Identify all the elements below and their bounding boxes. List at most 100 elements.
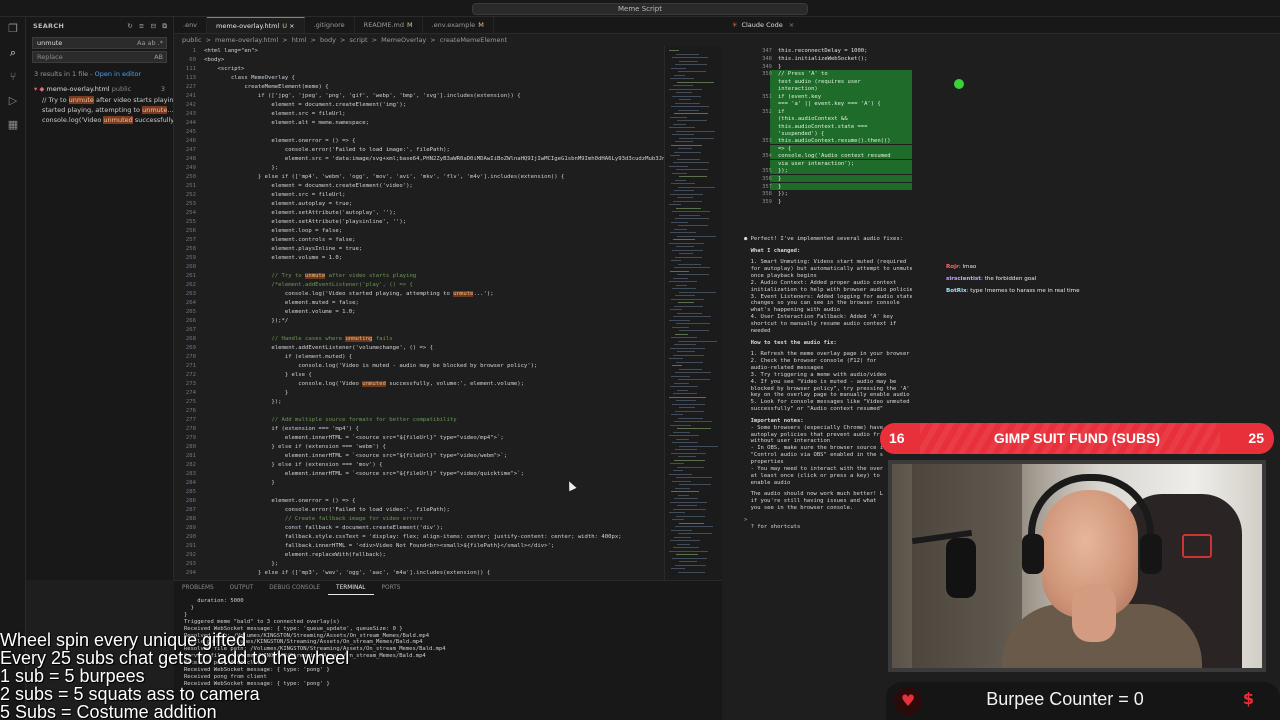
code-line[interactable]: element.src = fileUrl; <box>204 111 345 117</box>
code-line[interactable]: console.error('Failed to load image:', f… <box>204 147 450 153</box>
search-toolbar[interactable]: ↻ ≡ ⊟ ⧉ <box>127 17 169 35</box>
claude-summary-line: - In OBS, make sure the browser source i <box>744 445 884 452</box>
code-line[interactable]: <script> <box>204 66 244 72</box>
code-line[interactable]: const fallback = document.createElement(… <box>204 525 443 531</box>
code-line[interactable]: } else if (extension === 'mov') { <box>204 462 382 468</box>
code-line[interactable]: } <box>204 390 288 396</box>
search-sidebar: SEARCH ↻ ≡ ⊟ ⧉ unmute Aa ab .* Replace A… <box>26 17 174 580</box>
code-line[interactable]: } else if (extension === 'webm') { <box>204 444 386 450</box>
code-line[interactable]: <body> <box>204 57 224 63</box>
code-line[interactable]: element.addEventListener('volumechange',… <box>204 345 433 351</box>
code-line[interactable]: if (extension === 'mp4') { <box>204 426 359 432</box>
close-icon[interactable]: × <box>789 21 794 29</box>
breadcrumb[interactable]: public > meme-overlay.html > html > body > scrip… <box>174 34 722 46</box>
code-line[interactable]: element = document.createElement('img'); <box>204 102 406 108</box>
search-icon[interactable]: ⌕ <box>0 41 26 65</box>
code-line[interactable]: element.onerror = () => { <box>204 138 355 144</box>
code-line[interactable]: // Add multiple source formats for bette… <box>204 417 456 423</box>
search-options[interactable]: Aa ab .* <box>137 38 163 48</box>
code-line[interactable]: element.innerHTML = `<source src="${file… <box>204 435 504 441</box>
search-result-item[interactable]: console.log('Video unmuted successfully.… <box>26 115 173 125</box>
code-line[interactable]: element.setAttribute('playsinline', ''); <box>204 219 406 225</box>
search-result-item[interactable]: // Try to unmute after video starts play… <box>26 95 173 105</box>
claude-panel-tab[interactable]: ✳ Claude Code × <box>722 17 1280 34</box>
tab-gitignore[interactable]: .gitignore <box>305 17 355 33</box>
tab-terminal[interactable]: TERMINAL <box>328 581 374 595</box>
code-line[interactable]: if (['jpg', 'jpeg', 'png', 'gif', 'webp'… <box>204 93 521 99</box>
tab-env-example[interactable]: .env.example M <box>423 17 494 33</box>
code-line[interactable]: console.log('Video started playing, atte… <box>204 291 494 297</box>
code-line[interactable]: class MemeOverlay { <box>204 75 295 81</box>
code-line[interactable]: element.setAttribute('autoplay', ''); <box>204 210 396 216</box>
code-line[interactable]: console.error('Failed to load video:', f… <box>204 507 450 513</box>
search-input-value[interactable]: unmute <box>37 39 62 47</box>
line-number: 247 <box>185 147 196 153</box>
tab-ports[interactable]: PORTS <box>374 581 409 595</box>
line-number: 265 <box>185 309 196 315</box>
code-line[interactable]: /*element.addEventListener('play', () =>… <box>204 282 412 288</box>
code-line[interactable]: element.loop = false; <box>204 228 342 234</box>
code-line[interactable]: fallback.innerHTML = '<div>Video Not Fou… <box>204 543 554 549</box>
code-line[interactable]: element.innerHTML = `<source src="${file… <box>204 471 524 477</box>
open-in-editor-link[interactable]: Open in editor <box>95 70 142 78</box>
tab-meme-overlay[interactable]: meme-overlay.html U × <box>207 17 305 33</box>
code-line[interactable]: } else if (['mp4', 'webm', 'ogg', 'mov',… <box>204 174 564 180</box>
code-line[interactable]: createMemeElement(meme) { <box>204 84 328 90</box>
run-debug-icon[interactable]: ▷ <box>0 89 26 113</box>
diff-line: } <box>778 175 782 182</box>
line-number: 266 <box>185 318 196 324</box>
code-line[interactable]: element.src = fileUrl; <box>204 192 345 198</box>
tab-debug-console[interactable]: DEBUG CONSOLE <box>261 581 328 595</box>
code-line[interactable]: <html lang="en"> <box>204 48 258 54</box>
search-input[interactable]: unmute Aa ab .* <box>32 37 167 49</box>
code-line[interactable]: }); <box>204 399 281 405</box>
files-icon[interactable]: ❐ <box>0 17 26 41</box>
code-line[interactable]: }; <box>204 165 278 171</box>
claude-code-panel[interactable]: 347 this.reconnectDelay = 1000; 348 this.in… <box>722 34 912 580</box>
code-editor[interactable]: 1 <html lang="en"> 60 <body> 111 <script> 113… <box>174 46 664 580</box>
replace-option[interactable]: AB <box>154 52 163 62</box>
claude-summary-line: - Some browsers (especially Chrome) have <box>744 424 884 431</box>
code-line[interactable]: console.log('Video is muted - audio may … <box>204 363 537 369</box>
code-line[interactable]: element.onerror = () => { <box>204 498 355 504</box>
code-line[interactable]: element.muted = false; <box>204 300 359 306</box>
code-line[interactable]: element = document.createElement('video'… <box>204 183 412 189</box>
tab-readme[interactable]: README.md M <box>355 17 423 33</box>
replace-input[interactable]: Replace AB <box>32 51 167 63</box>
code-line[interactable]: element.volume = 1.0; <box>204 309 356 315</box>
code-line[interactable]: } else { <box>204 372 312 378</box>
code-line[interactable]: }; <box>204 561 278 567</box>
overlay-rule: 2 subs = 5 squats ass to camera <box>0 684 260 704</box>
claude-summary-line: Important notes: <box>744 417 804 424</box>
extensions-icon[interactable]: ▦ <box>0 113 26 137</box>
search-result-item[interactable]: started playing, attempting to unmute... <box>26 105 173 115</box>
result-file[interactable]: ▾ ◆ meme-overlay.html public 3 <box>26 83 173 95</box>
terminal-line: Received WebSocket message: { type: 'que… <box>184 625 403 632</box>
code-line[interactable]: element.replaceWith(fallback); <box>204 552 386 558</box>
code-line[interactable]: element.innerHTML = `<source src="${file… <box>204 453 507 459</box>
code-line[interactable]: element.autoplay = true; <box>204 201 352 207</box>
diff-line: test audio (requires user <box>778 79 861 86</box>
code-line[interactable]: });*/ <box>204 318 288 324</box>
code-line[interactable]: fallback.style.cssText = 'display: flex;… <box>204 534 622 540</box>
code-line[interactable]: console.log('Video unmuted successfully,… <box>204 381 524 387</box>
tab-problems[interactable]: PROBLEMS <box>174 581 222 595</box>
code-line[interactable]: if (element.muted) { <box>204 354 352 360</box>
code-line[interactable]: element.controls = false; <box>204 237 355 243</box>
line-number: 1 <box>192 48 196 54</box>
minimap[interactable] <box>664 46 722 580</box>
code-line[interactable]: // Handle cases where unmuting fails <box>204 336 393 342</box>
code-line[interactable]: // Create fallback image for video error… <box>204 516 423 522</box>
code-line[interactable]: // Try to unmute after video starts play… <box>204 273 416 279</box>
tab-output[interactable]: OUTPUT <box>222 581 262 595</box>
code-line[interactable]: element.playsInline = true; <box>204 246 362 252</box>
code-line[interactable]: element.volume = 1.0; <box>204 255 342 261</box>
close-icon[interactable]: × <box>289 22 294 30</box>
source-control-icon[interactable]: ⑂ <box>0 65 26 89</box>
code-line[interactable]: element.src = 'data:image/svg+xml;base64… <box>204 156 664 162</box>
code-line[interactable]: } <box>204 480 274 486</box>
command-center-search[interactable]: Meme Script <box>472 3 808 15</box>
tab-env[interactable]: .env <box>174 17 208 33</box>
code-line[interactable]: element.alt = meme.namespace; <box>204 120 369 126</box>
code-line[interactable]: } else if (['mp3', 'wav', 'ogg', 'aac', … <box>204 570 490 576</box>
